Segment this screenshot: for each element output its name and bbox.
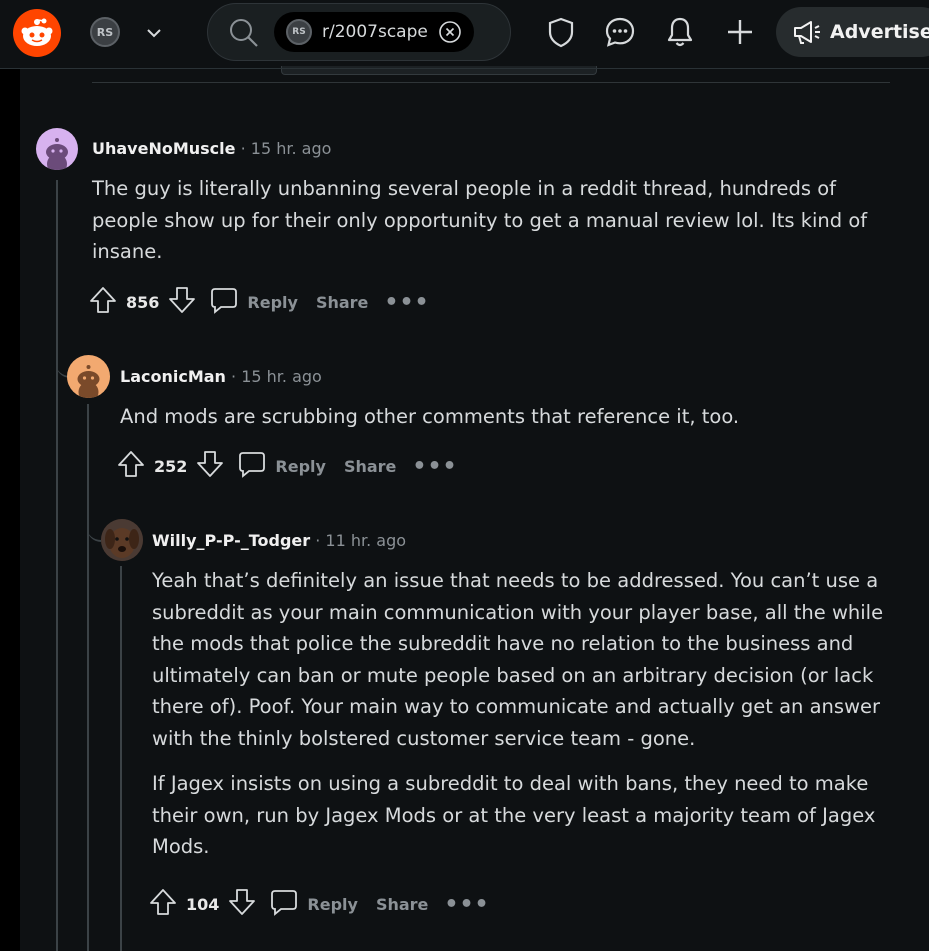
downvote-icon[interactable]	[167, 285, 197, 319]
comment-body: Yeah that’s definitely an issue that nee…	[152, 565, 892, 863]
meta-separator: ·	[231, 367, 237, 386]
plus-icon[interactable]	[723, 15, 757, 49]
comment-icon	[269, 887, 299, 921]
reply-button[interactable]: Reply	[237, 449, 326, 483]
comment-actions: 252 Reply Share •••	[116, 446, 458, 486]
chip-avatar: RS	[286, 19, 312, 45]
comment-divider	[92, 82, 890, 83]
comment-time[interactable]: 15 hr. ago	[251, 139, 332, 158]
comment-meta: Willy_P-P-_Todger · 11 hr. ago	[152, 531, 406, 550]
comment-author[interactable]: Willy_P-P-_Todger	[152, 531, 310, 550]
avatar[interactable]	[36, 128, 78, 170]
reply-label: Reply	[275, 456, 326, 476]
comment-paragraph: If Jagex insists on using a subreddit to…	[152, 772, 876, 858]
comment-meta: LaconicMan · 15 hr. ago	[120, 367, 322, 386]
avatar[interactable]	[67, 355, 110, 398]
advertise-label: Advertise	[830, 21, 929, 43]
comment-actions: 104 Reply Share •••	[148, 884, 490, 924]
chat-icon[interactable]	[603, 15, 637, 49]
more-options-button[interactable]: •••	[444, 892, 489, 917]
thread-line[interactable]	[120, 566, 122, 951]
comment-icon	[209, 285, 239, 319]
reply-button[interactable]: Reply	[269, 887, 358, 921]
comment-time[interactable]: 15 hr. ago	[241, 367, 322, 386]
subreddit-icon[interactable]: RS	[90, 17, 120, 47]
upvote-icon[interactable]	[148, 887, 178, 921]
bell-icon[interactable]	[663, 15, 697, 49]
downvote-icon[interactable]	[227, 887, 257, 921]
more-options-button[interactable]: •••	[384, 290, 429, 315]
avatar[interactable]	[101, 519, 143, 561]
comment-actions: 856 Reply Share •••	[88, 282, 430, 322]
clear-icon[interactable]	[438, 20, 462, 44]
share-button[interactable]: Share	[316, 293, 368, 312]
comment-meta: UhaveNoMuscle · 15 hr. ago	[92, 139, 331, 158]
more-options-button[interactable]: •••	[412, 454, 457, 479]
upvote-icon[interactable]	[116, 449, 146, 483]
header-border	[0, 68, 929, 69]
upvote-icon[interactable]	[88, 285, 118, 319]
chevron-down-icon[interactable]	[144, 23, 164, 43]
advertise-button[interactable]: Advertise	[776, 7, 929, 57]
meta-separator: ·	[240, 139, 246, 158]
search-chip-label: r/2007scape	[322, 22, 428, 42]
comment-icon	[237, 449, 267, 483]
vote-count: 252	[154, 456, 188, 476]
reply-label: Reply	[307, 894, 358, 914]
share-button[interactable]: Share	[344, 457, 396, 476]
comment-body: And mods are scrubbing other comments th…	[120, 401, 890, 433]
reddit-logo-icon[interactable]	[13, 9, 61, 57]
chip-avatar-text: RS	[292, 27, 306, 37]
reply-label: Reply	[247, 292, 298, 312]
comment-author[interactable]: UhaveNoMuscle	[92, 139, 236, 158]
reply-button[interactable]: Reply	[209, 285, 298, 319]
thread-line[interactable]	[56, 180, 58, 951]
comment-author[interactable]: LaconicMan	[120, 367, 226, 386]
comment-time[interactable]: 11 hr. ago	[325, 531, 406, 550]
thread-line[interactable]	[87, 404, 89, 951]
search-icon	[228, 17, 260, 49]
share-button[interactable]: Share	[376, 895, 428, 914]
downvote-icon[interactable]	[195, 449, 225, 483]
left-sidebar-edge	[0, 69, 20, 951]
comment-paragraph: The guy is literally unbanning several p…	[92, 177, 868, 263]
vote-count: 856	[126, 292, 160, 312]
comment-paragraph: And mods are scrubbing other comments th…	[120, 405, 740, 428]
subreddit-icon-text: RS	[96, 25, 114, 39]
comment-paragraph: Yeah that’s definitely an issue that nee…	[152, 569, 884, 750]
thread-elbow	[87, 490, 101, 542]
search-community-chip[interactable]: RS r/2007scape	[274, 12, 474, 52]
comment-body: The guy is literally unbanning several p…	[92, 173, 882, 268]
meta-separator: ·	[315, 531, 321, 550]
mod-shield-icon[interactable]	[544, 15, 578, 49]
vote-count: 104	[186, 894, 220, 914]
megaphone-icon	[792, 17, 822, 47]
